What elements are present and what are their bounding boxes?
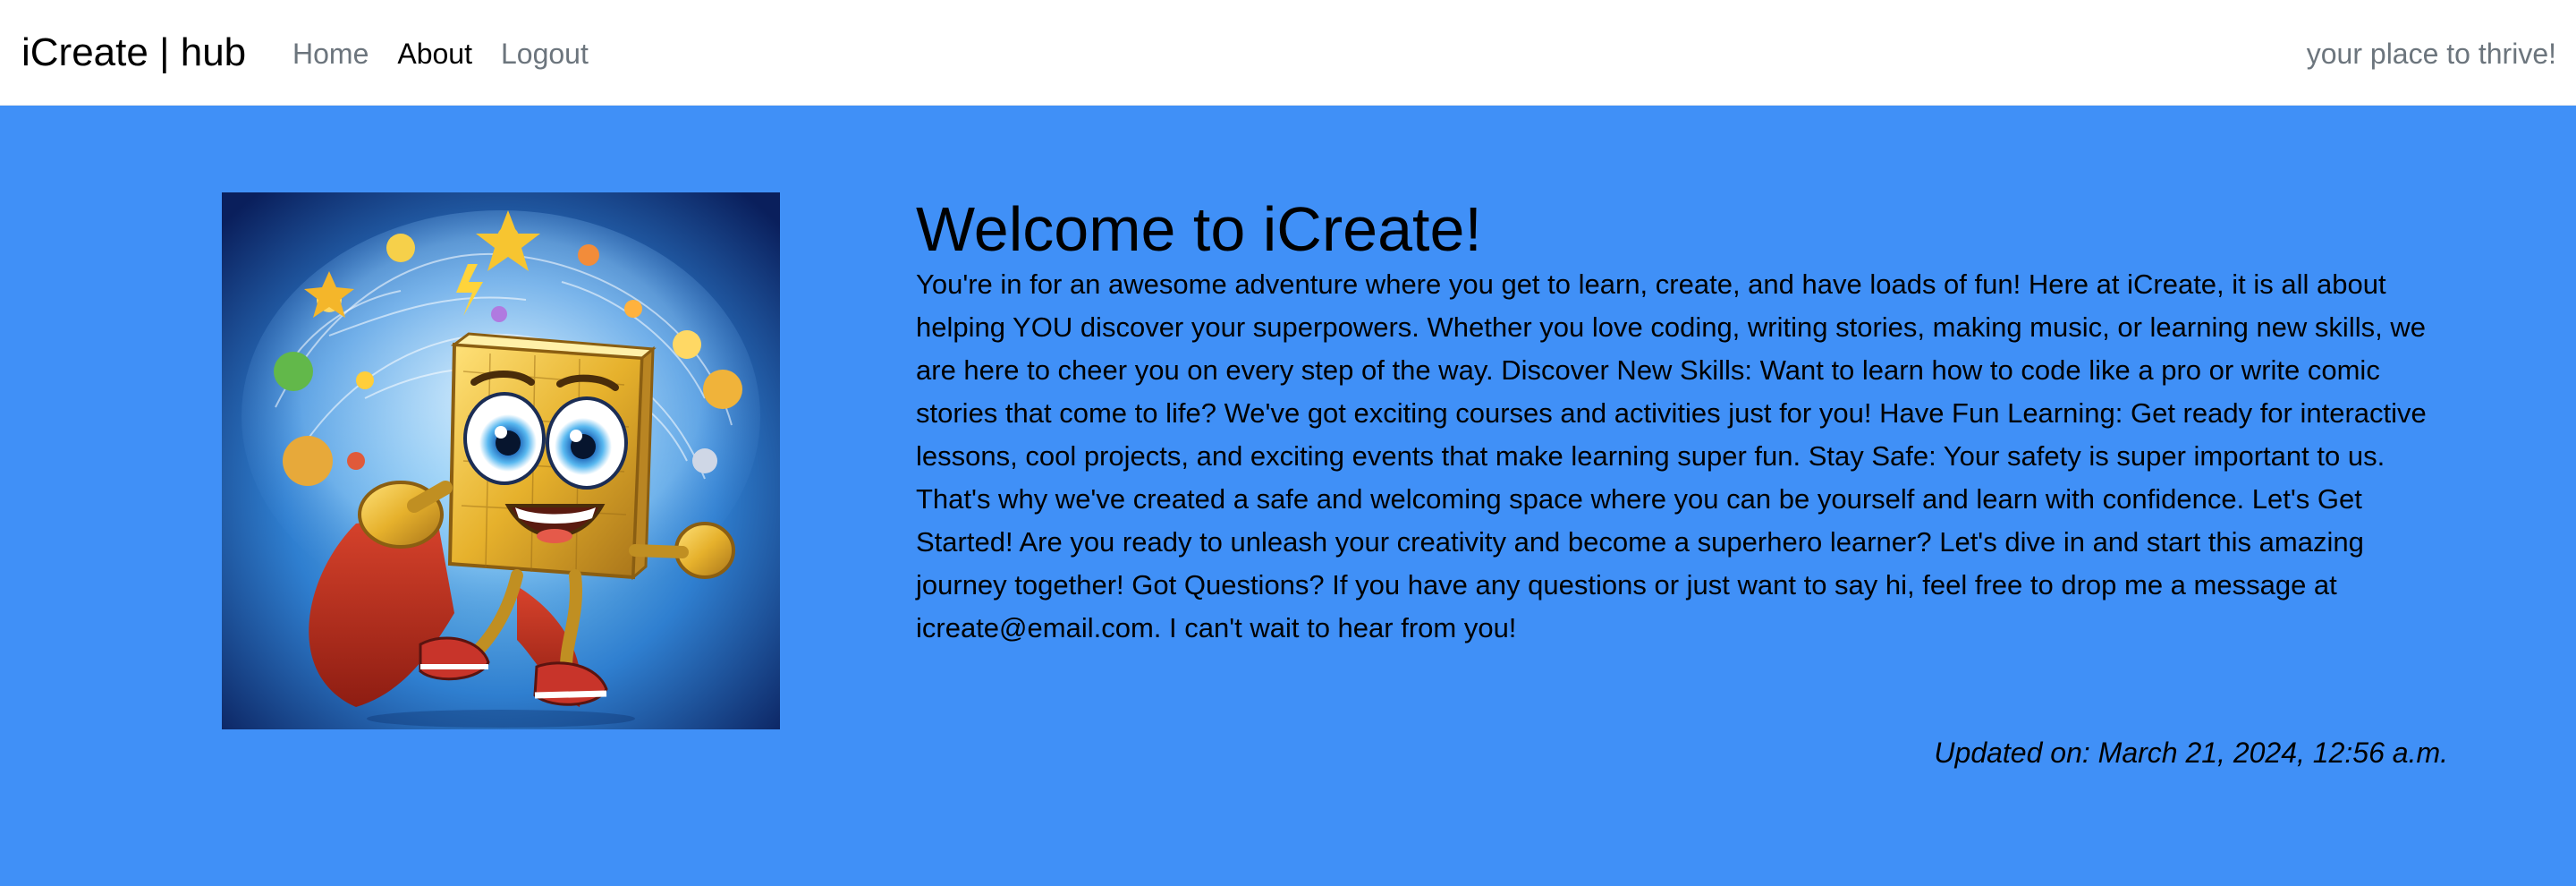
superhero-block-mascot-illustration (222, 192, 780, 729)
welcome-body-text: You're in for an awesome adventure where… (916, 268, 2427, 643)
updated-timestamp: Updated on: March 21, 2024, 12:56 a.m. (1934, 737, 2448, 769)
nav-link-logout[interactable]: Logout (501, 34, 589, 73)
about-hero-section: Welcome to iCreate! You're in for an awe… (0, 106, 2576, 886)
page-title: Welcome to iCreate! (916, 194, 1482, 264)
navbar-tagline: your place to thrive! (2306, 38, 2556, 70)
top-navbar: iCreate | hub Home About Logout your pla… (0, 0, 2576, 106)
nav-links: Home About Logout (292, 34, 617, 73)
welcome-content: Welcome to iCreate! You're in for an awe… (916, 192, 2451, 650)
nav-link-about[interactable]: About (397, 34, 472, 73)
mascot-image (222, 192, 780, 729)
nav-link-home[interactable]: Home (292, 34, 369, 73)
brand-logo-link[interactable]: iCreate | hub (21, 27, 246, 79)
